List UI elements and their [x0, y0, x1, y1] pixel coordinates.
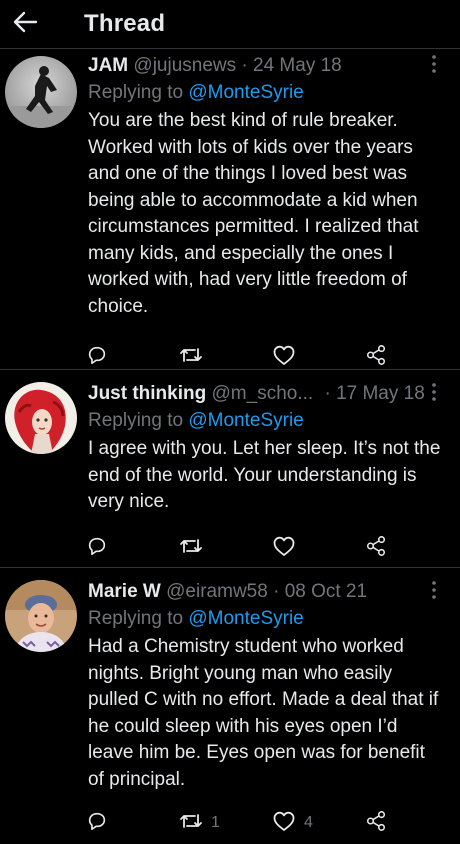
share-icon	[365, 810, 387, 837]
retweet-icon	[179, 344, 203, 371]
tweet[interactable]: Just thinking @m_scho... · 17 May 18 Rep…	[0, 370, 460, 568]
replying-to: Replying to @MonteSyrie	[88, 407, 460, 434]
reply-button[interactable]	[86, 344, 179, 371]
like-icon	[272, 344, 296, 371]
tweet-actions	[86, 532, 460, 566]
like-button[interactable]	[272, 344, 365, 371]
reply-icon	[86, 810, 108, 837]
reply-icon	[86, 535, 108, 562]
author-handle[interactable]: @eiramw58	[166, 581, 268, 602]
replying-to: Replying to @MonteSyrie	[88, 605, 460, 632]
share-button[interactable]	[365, 810, 387, 837]
like-count: 4	[304, 814, 313, 831]
back-button[interactable]	[0, 9, 50, 39]
replying-to-label: Replying to	[88, 410, 189, 431]
retweet-icon	[179, 535, 203, 562]
mention-link[interactable]: @MonteSyrie	[188, 82, 303, 103]
tweet-text: You are the best kind of rule breaker. W…	[88, 110, 419, 317]
reply-icon	[86, 344, 108, 371]
author-name[interactable]: JAM	[88, 55, 128, 76]
tweet-text: I agree with you. Let her sleep. It’s no…	[88, 438, 441, 512]
like-icon	[272, 810, 296, 837]
avatar[interactable]	[5, 56, 77, 128]
tweet-date[interactable]: 08 Oct 21	[285, 581, 367, 602]
retweet-count: 1	[211, 814, 220, 831]
tweet-header: Marie W @eiramw58 · 08 Oct 21	[88, 578, 460, 605]
share-icon	[365, 344, 387, 371]
like-button[interactable]	[272, 535, 365, 562]
reply-button[interactable]	[86, 810, 179, 837]
separator-dot: ·	[241, 55, 248, 76]
more-button[interactable]	[422, 580, 446, 604]
share-button[interactable]	[365, 535, 387, 562]
page-title: Thread	[84, 10, 166, 37]
replying-to-label: Replying to	[88, 608, 189, 629]
separator-dot: ·	[324, 383, 331, 404]
tweet[interactable]: Marie W @eiramw58 · 08 Oct 21 Replying t…	[0, 568, 460, 844]
replying-to: Replying to @MonteSyrie	[88, 79, 460, 106]
separator-dot: ·	[273, 581, 280, 602]
more-vertical-icon	[431, 382, 437, 406]
retweet-button[interactable]	[179, 344, 272, 371]
tweet-header: Just thinking @m_scho... · 17 May 18	[88, 380, 460, 407]
avatar[interactable]	[5, 382, 77, 454]
tweet-text: Had a Chemistry student who worked night…	[88, 636, 439, 790]
more-button[interactable]	[422, 54, 446, 78]
tweet-date[interactable]: 17 May 18	[336, 383, 425, 404]
author-name[interactable]: Marie W	[88, 581, 161, 602]
mention-link[interactable]: @MonteSyrie	[188, 410, 303, 431]
like-icon	[272, 535, 296, 562]
author-handle[interactable]: @m_scho...	[212, 383, 314, 404]
more-vertical-icon	[431, 580, 437, 604]
author-handle[interactable]: @jujusnews	[133, 55, 236, 76]
author-name[interactable]: Just thinking	[88, 383, 206, 404]
avatar[interactable]	[5, 580, 77, 652]
tweet-actions: 1 4	[86, 806, 460, 840]
top-bar: Thread	[0, 0, 460, 49]
retweet-button[interactable]: 1	[179, 810, 272, 837]
retweet-icon	[179, 810, 203, 837]
more-button[interactable]	[422, 382, 446, 406]
like-button[interactable]: 4	[272, 810, 365, 837]
tweet-actions	[86, 340, 460, 374]
replying-to-label: Replying to	[88, 82, 189, 103]
more-vertical-icon	[431, 54, 437, 78]
tweet-date[interactable]: 24 May 18	[253, 55, 342, 76]
mention-link[interactable]: @MonteSyrie	[188, 608, 303, 629]
tweet[interactable]: JAM @jujusnews · 24 May 18 Replying to @…	[0, 49, 460, 370]
arrow-left-icon	[12, 11, 38, 38]
share-button[interactable]	[365, 344, 387, 371]
retweet-button[interactable]	[179, 535, 272, 562]
share-icon	[365, 535, 387, 562]
reply-button[interactable]	[86, 535, 179, 562]
tweet-header: JAM @jujusnews · 24 May 18	[88, 52, 460, 79]
